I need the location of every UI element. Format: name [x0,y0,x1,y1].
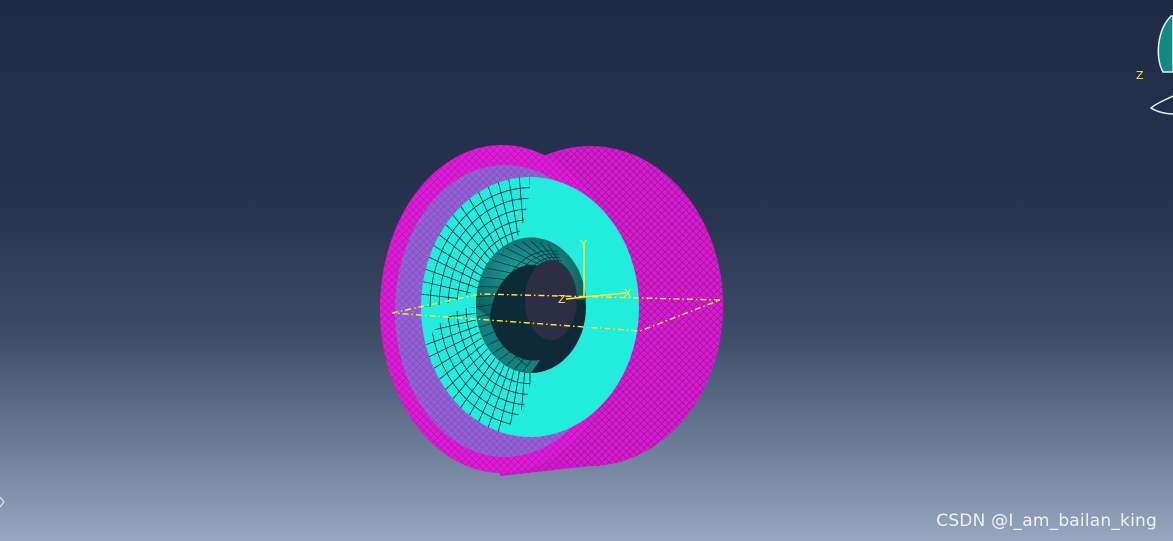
watermark: CSDN @I_am_bailan_king [936,511,1157,531]
bore [475,237,586,373]
view-triad[interactable]: Z [1133,0,1173,130]
csys-x-label: X [624,287,632,300]
csys-z-label: Z [558,293,566,306]
triad-z-label: Z [1136,69,1144,82]
triad-arc-icon [1149,95,1173,115]
partial-triad-left [0,496,5,508]
csys-y-label: Y [579,238,587,251]
model-render[interactable]: Y X Z [0,0,1173,541]
graphics-viewport[interactable]: Y X Z Z CSDN @I_am_bailan_king [0,0,1173,541]
triad-cone-icon [1157,15,1173,73]
